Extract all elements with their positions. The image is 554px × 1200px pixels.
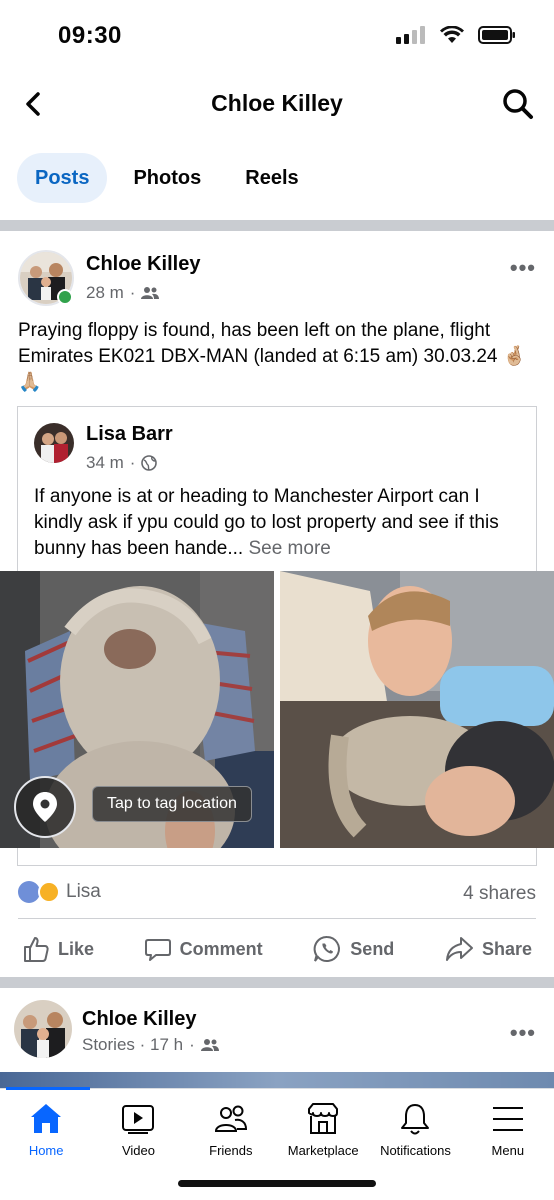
share-arrow-icon [445,937,473,961]
post-text: Praying floppy is found, has been left o… [18,320,527,393]
nav-marketplace[interactable]: Marketplace [277,1101,369,1158]
home-icon [31,1104,62,1133]
shared-text: If anyone is at or heading to Manchester… [34,486,499,559]
post2-meta: Stories · 17 h · [82,1035,219,1055]
post-separator [0,977,554,988]
status-bar: 09:30 [0,0,554,70]
post-author-name[interactable]: Chloe Killey [86,253,200,276]
thumbs-up-icon [24,937,49,962]
post-options-button[interactable]: ••• [510,255,536,281]
like-button[interactable]: Like [22,923,94,975]
shared-author-avatar[interactable] [34,423,74,463]
share-button[interactable]: Share [444,923,532,975]
shared-time: 34 m [86,453,124,472]
menu-icon [492,1107,523,1131]
shared-author-name[interactable]: Lisa Barr [86,423,173,446]
friends-icon [214,1105,247,1132]
globe-icon [141,455,158,471]
friends-audience-icon [141,287,160,299]
active-tab-indicator [6,1087,90,1090]
send-whatsapp-button[interactable]: Send [312,923,394,975]
signal-icon [396,26,425,44]
status-icons [396,26,516,44]
next-post-card: Chloe Killey Stories · 17 h · ••• [0,990,554,1080]
battery-icon [478,26,515,44]
friends-audience-icon [200,1039,219,1051]
actions-divider [18,918,536,919]
bell-icon [401,1104,430,1135]
profile-tabs: Posts Photos Reels [17,153,317,203]
nav-video[interactable]: Video [92,1101,184,1158]
section-divider [0,220,554,231]
wifi-icon [440,26,464,43]
post-actions: Like Comment Send Share [0,923,554,975]
cold-face-reaction-icon [18,881,40,903]
search-icon [503,89,533,119]
post-meta: 28 m · [86,283,160,303]
home-indicator [178,1180,376,1187]
online-status-dot [57,289,73,305]
status-time: 09:30 [58,22,122,49]
page-title: Chloe Killey [211,90,343,116]
reactions-summary[interactable]: Lisa [18,881,101,903]
search-button[interactable] [500,86,536,122]
comment-button[interactable]: Comment [144,923,263,975]
comment-icon [144,939,171,961]
post2-author-avatar[interactable] [14,1000,72,1058]
tag-location-button[interactable] [14,776,76,838]
tab-photos[interactable]: Photos [115,153,219,203]
marketplace-icon [308,1103,339,1134]
shared-meta: 34 m · [86,453,158,473]
tab-reels[interactable]: Reels [227,153,316,203]
tag-location-tooltip[interactable]: Tap to tag location [92,786,252,822]
profile-header: Chloe Killey [0,72,554,136]
video-icon [122,1105,155,1134]
tab-posts[interactable]: Posts [17,153,108,203]
photo-sleeping-child[interactable] [280,571,554,848]
post2-author-name[interactable]: Chloe Killey [82,1008,196,1031]
whatsapp-icon [313,935,341,962]
shares-count[interactable]: 4 shares [463,883,536,905]
post2-options-button[interactable]: ••• [510,1020,536,1046]
shared-photos [0,571,554,848]
care-reaction-icon [38,881,60,903]
nav-notifications[interactable]: Notifications [369,1101,461,1158]
location-pin-icon [33,792,57,822]
reaction-name: Lisa [66,881,101,902]
nav-friends[interactable]: Friends [185,1101,277,1158]
see-more-link[interactable]: See more [248,538,330,559]
nav-menu[interactable]: Menu [462,1101,554,1158]
nav-home[interactable]: Home [0,1101,92,1158]
post-time: 28 m [86,283,124,302]
